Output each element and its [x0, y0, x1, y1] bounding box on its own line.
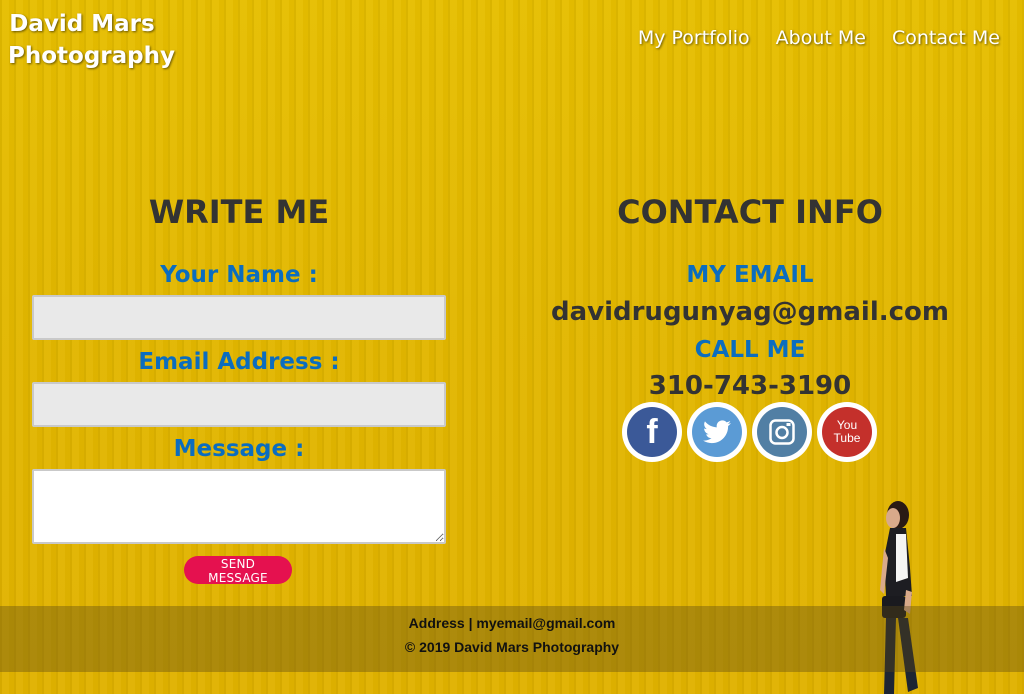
youtube-icon: You Tube: [822, 407, 872, 457]
social-links: f You Tube: [622, 402, 877, 462]
brand-line-2: Photography: [8, 43, 175, 69]
facebook-icon: f: [627, 407, 677, 457]
nav-about-me[interactable]: About Me: [776, 25, 866, 51]
name-label: Your Name :: [160, 262, 318, 288]
twitter-link[interactable]: [687, 402, 747, 462]
phone-number[interactable]: 310-743-3190: [550, 369, 950, 403]
message-textarea[interactable]: [32, 469, 446, 544]
name-input[interactable]: [32, 295, 446, 340]
instagram-icon: [757, 407, 807, 457]
send-message-button[interactable]: SEND MESSAGE: [184, 556, 292, 585]
contact-info-title: CONTACT INFO: [617, 193, 883, 231]
main-nav: My Portfolio About Me Contact Me: [638, 25, 1000, 51]
footer-copyright: © 2019 David Mars Photography: [404, 639, 620, 655]
brand-line-1: David Mars: [9, 11, 155, 37]
message-label: Message :: [173, 436, 305, 462]
instagram-link[interactable]: [752, 402, 812, 462]
write-me-title: WRITE ME: [148, 193, 330, 231]
email-input[interactable]: [32, 382, 446, 427]
nav-contact-me[interactable]: Contact Me: [892, 25, 1000, 51]
site-brand[interactable]: David Mars Photography: [8, 8, 175, 72]
call-me-label: CALL ME: [694, 337, 806, 363]
nav-my-portfolio[interactable]: My Portfolio: [638, 25, 750, 51]
page-footer: Address | myemail@gmail.com © 2019 David…: [0, 606, 1024, 672]
my-email-label: MY EMAIL: [686, 262, 814, 288]
twitter-icon: [692, 407, 742, 457]
email-address[interactable]: davidrugunyag@gmail.com: [550, 295, 950, 329]
facebook-link[interactable]: f: [622, 402, 682, 462]
youtube-link[interactable]: You Tube: [817, 402, 877, 462]
email-label: Email Address :: [138, 349, 340, 375]
footer-address: Address | myemail@gmail.com: [408, 615, 616, 631]
